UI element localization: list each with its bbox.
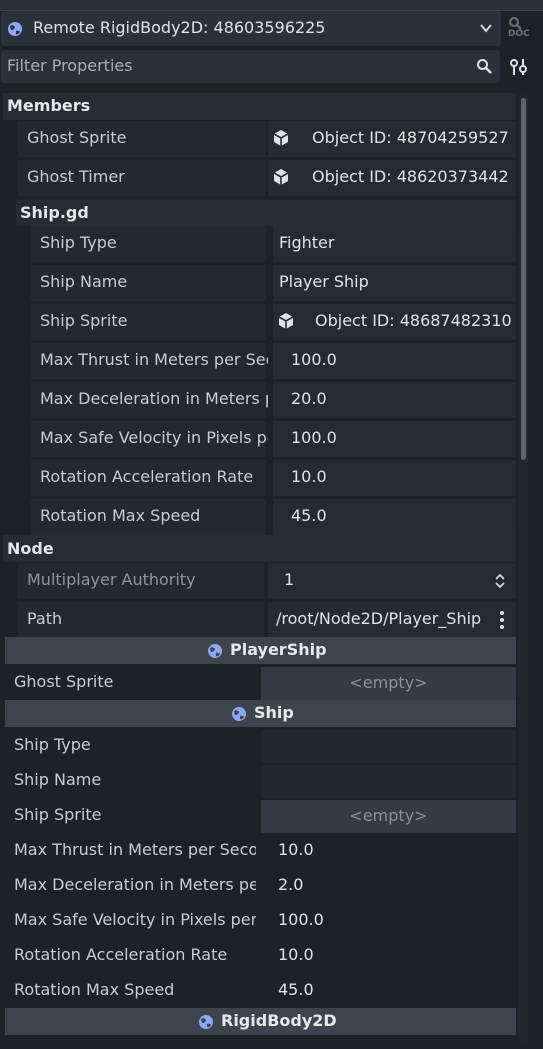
filter-placeholder: Filter Properties bbox=[7, 56, 133, 75]
shipgd-row-value-field[interactable]: 45.0 bbox=[273, 499, 516, 535]
ghost-sprite-field[interactable]: Object ID: 48704259527 bbox=[268, 121, 516, 157]
ship-sprite-label: Ship Sprite bbox=[14, 805, 102, 824]
shipgd-row-value: 20.0 bbox=[291, 389, 327, 408]
ghost-timer-field[interactable]: Object ID: 48620373442 bbox=[268, 160, 516, 196]
ship-num-row-label: Max Thrust in Meters per Secon bbox=[14, 840, 256, 859]
node-title: Node bbox=[7, 539, 54, 558]
ship-name-label: Ship Name bbox=[14, 770, 102, 789]
shipgd-row-label: Max Thrust in Meters per Seco bbox=[40, 350, 268, 369]
ps-ghost-sprite-value: <empty> bbox=[349, 673, 428, 692]
ship-num-row-value[interactable]: 10.0 bbox=[278, 840, 314, 859]
shipgd-row-value-field[interactable]: 20.0 bbox=[273, 382, 516, 418]
shipgd-row-value-field[interactable]: 100.0 bbox=[273, 343, 516, 379]
ship-type-label: Ship Type bbox=[14, 735, 91, 754]
playership-category-header: PlayerShip bbox=[5, 637, 516, 664]
multiplayer-authority-spinbox[interactable]: 1 bbox=[268, 563, 516, 599]
playership-title: PlayerShip bbox=[230, 640, 327, 659]
multiplayer-authority-value: 1 bbox=[284, 570, 295, 589]
shipgd-row-value: 45.0 bbox=[291, 506, 327, 525]
shipgd-row-value-field[interactable]: Player Ship bbox=[273, 265, 516, 301]
rigidbody2d-title: RigidBody2D bbox=[221, 1011, 337, 1030]
object-cube-icon bbox=[273, 169, 289, 185]
shipgd-section-header[interactable]: Ship.gd bbox=[16, 200, 516, 226]
globe-icon bbox=[8, 22, 22, 36]
members-title: Members bbox=[7, 96, 91, 115]
multiplayer-authority-label: Multiplayer Authority bbox=[27, 570, 196, 589]
globe-icon bbox=[208, 644, 222, 658]
shipgd-row-value-field[interactable]: 100.0 bbox=[273, 421, 516, 457]
updown-arrows-icon bbox=[495, 573, 505, 589]
path-value: /root/Node2D/Player_Ship bbox=[276, 609, 482, 628]
ps-ghost-sprite-field[interactable]: <empty> bbox=[261, 667, 516, 700]
more-options-icon[interactable] bbox=[500, 611, 504, 629]
shipgd-row-label: Rotation Acceleration Rate bbox=[40, 467, 254, 486]
ghost-timer-value: Object ID: 48620373442 bbox=[312, 167, 509, 186]
property-tools-button[interactable] bbox=[505, 54, 533, 80]
shipgd-row-value: Object ID: 48687482310 bbox=[315, 311, 512, 330]
search-icon bbox=[477, 59, 492, 74]
shipgd-row-value: 10.0 bbox=[291, 467, 327, 486]
shipgd-row-value-field[interactable]: Fighter bbox=[273, 226, 516, 262]
ship-num-row-label: Max Safe Velocity in Pixels per S bbox=[14, 910, 256, 929]
rigidbody2d-category-header: RigidBody2D bbox=[5, 1008, 516, 1035]
shipgd-row-value: Player Ship bbox=[279, 272, 369, 291]
shipgd-row-value: Fighter bbox=[279, 233, 335, 252]
ship-num-row-value[interactable]: 10.0 bbox=[278, 945, 314, 964]
ship-num-row-label: Rotation Acceleration Rate bbox=[14, 945, 228, 964]
doc-label: DOC bbox=[508, 29, 530, 39]
object-selector[interactable]: Remote RigidBody2D: 48603596225 bbox=[1, 11, 501, 46]
ship-num-row-label: Max Deceleration in Meters per bbox=[14, 875, 256, 894]
ps-ghost-sprite-label: Ghost Sprite bbox=[14, 672, 114, 691]
ghost-sprite-label: Ghost Sprite bbox=[27, 128, 127, 147]
ship-num-row-value[interactable]: 100.0 bbox=[278, 910, 324, 929]
globe-icon bbox=[199, 1015, 213, 1029]
ship-sprite-field[interactable]: <empty> bbox=[261, 800, 516, 833]
shipgd-row-value-field[interactable]: Object ID: 48687482310 bbox=[273, 304, 516, 340]
globe-icon bbox=[232, 707, 246, 721]
tools-icon bbox=[510, 59, 527, 75]
top-bar bbox=[0, 0, 543, 10]
object-cube-icon bbox=[273, 130, 289, 146]
object-selector-label: Remote RigidBody2D: 48603596225 bbox=[33, 18, 326, 37]
filter-properties-input[interactable]: Filter Properties bbox=[1, 50, 500, 83]
ship-num-row-label: Rotation Max Speed bbox=[14, 980, 175, 999]
ship-num-row-value[interactable]: 2.0 bbox=[278, 875, 303, 894]
shipgd-row-label: Ship Type bbox=[40, 233, 117, 252]
path-field[interactable]: /root/Node2D/Player_Ship bbox=[268, 602, 516, 638]
shipgd-row-value: 100.0 bbox=[291, 350, 337, 369]
shipgd-row-label: Ship Name bbox=[40, 272, 128, 291]
ship-num-row-value[interactable]: 45.0 bbox=[278, 980, 314, 999]
members-section-header[interactable]: Members bbox=[3, 93, 516, 120]
ghost-timer-label: Ghost Timer bbox=[27, 167, 125, 186]
scrollbar-thumb[interactable] bbox=[521, 98, 526, 460]
shipgd-row-value: 100.0 bbox=[291, 428, 337, 447]
shipgd-row-label: Ship Sprite bbox=[40, 311, 128, 330]
shipgd-row-label: Rotation Max Speed bbox=[40, 506, 201, 525]
path-label: Path bbox=[27, 609, 63, 628]
object-cube-icon bbox=[278, 313, 294, 329]
node-section-header[interactable]: Node bbox=[3, 535, 516, 562]
shipgd-row-value-field[interactable]: 10.0 bbox=[273, 460, 516, 496]
shipgd-row-label: Max Safe Velocity in Pixels per bbox=[40, 428, 268, 447]
shipgd-row-label: Max Deceleration in Meters p bbox=[40, 389, 268, 408]
chevron-down-icon bbox=[480, 24, 492, 33]
ship-type-field[interactable] bbox=[261, 730, 516, 763]
ship-name-field[interactable] bbox=[261, 765, 516, 798]
ghost-sprite-value: Object ID: 48704259527 bbox=[312, 128, 509, 147]
shipgd-title: Ship.gd bbox=[20, 203, 89, 222]
doc-button[interactable]: DOC bbox=[505, 15, 535, 41]
ship-title: Ship bbox=[254, 703, 294, 722]
ship-category-header: Ship bbox=[5, 700, 516, 727]
ship-sprite-value: <empty> bbox=[349, 806, 428, 825]
